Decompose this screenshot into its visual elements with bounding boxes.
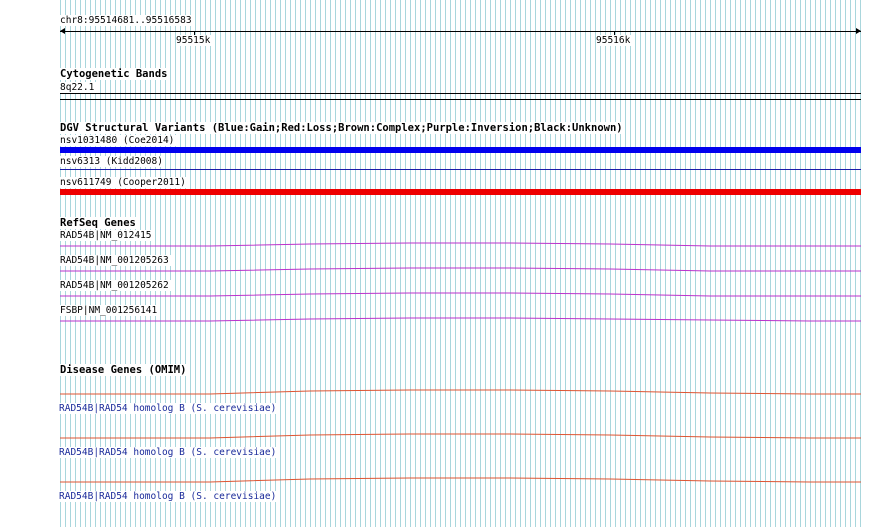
ruler-tick-label: 95515k: [176, 35, 213, 46]
omim-gene-link[interactable]: RAD54B|RAD54 homolog B (S. cerevisiae): [59, 447, 279, 458]
ruler-location: chr8:95514681..95516583: [60, 15, 194, 26]
omim-gene-glyph[interactable]: [60, 389, 861, 395]
refseq-gene-label[interactable]: RAD54B|NM_012415: [60, 230, 154, 241]
dgv-variant-label[interactable]: nsv1031480 (Coe2014): [60, 135, 177, 146]
refseq-gene-glyph[interactable]: [60, 267, 861, 272]
dgv-variant-bar-gain[interactable]: [60, 147, 861, 153]
track-title-cytoband[interactable]: Cytogenetic Bands: [60, 68, 170, 80]
omim-gene-link[interactable]: RAD54B|RAD54 homolog B (S. cerevisiae): [59, 491, 279, 502]
refseq-gene-glyph[interactable]: [60, 317, 861, 322]
refseq-gene-glyph[interactable]: [60, 242, 861, 247]
track-title-refseq[interactable]: RefSeq Genes: [60, 217, 138, 229]
ruler-left-arrow-icon: [60, 28, 65, 34]
omim-gene-glyph[interactable]: [60, 433, 861, 439]
refseq-gene-label[interactable]: RAD54B|NM_001205263: [60, 255, 171, 266]
ruler-right-arrow-icon: [856, 28, 861, 34]
ruler-tick-label: 95516k: [596, 35, 633, 46]
omim-gene-glyph[interactable]: [60, 477, 861, 483]
refseq-gene-glyph[interactable]: [60, 292, 861, 297]
cytoband-bar-bottom[interactable]: [60, 99, 861, 100]
dgv-variant-label[interactable]: nsv611749 (Cooper2011): [60, 177, 188, 188]
dgv-variant-bar-loss[interactable]: [60, 189, 861, 195]
cytoband-label[interactable]: 8q22.1: [60, 82, 97, 93]
refseq-gene-label[interactable]: FSBP|NM_001256141: [60, 305, 160, 316]
cytoband-bar-top[interactable]: [60, 93, 861, 94]
dgv-variant-label[interactable]: nsv6313 (Kidd2008): [60, 156, 165, 167]
track-title-dgv[interactable]: DGV Structural Variants (Blue:Gain;Red:L…: [60, 122, 625, 134]
refseq-gene-label[interactable]: RAD54B|NM_001205262: [60, 280, 171, 291]
omim-gene-link[interactable]: RAD54B|RAD54 homolog B (S. cerevisiae): [59, 403, 279, 414]
ruler-axis: [60, 31, 861, 32]
track-title-omim[interactable]: Disease Genes (OMIM): [60, 364, 189, 376]
dgv-variant-bar-gain[interactable]: [60, 169, 861, 170]
